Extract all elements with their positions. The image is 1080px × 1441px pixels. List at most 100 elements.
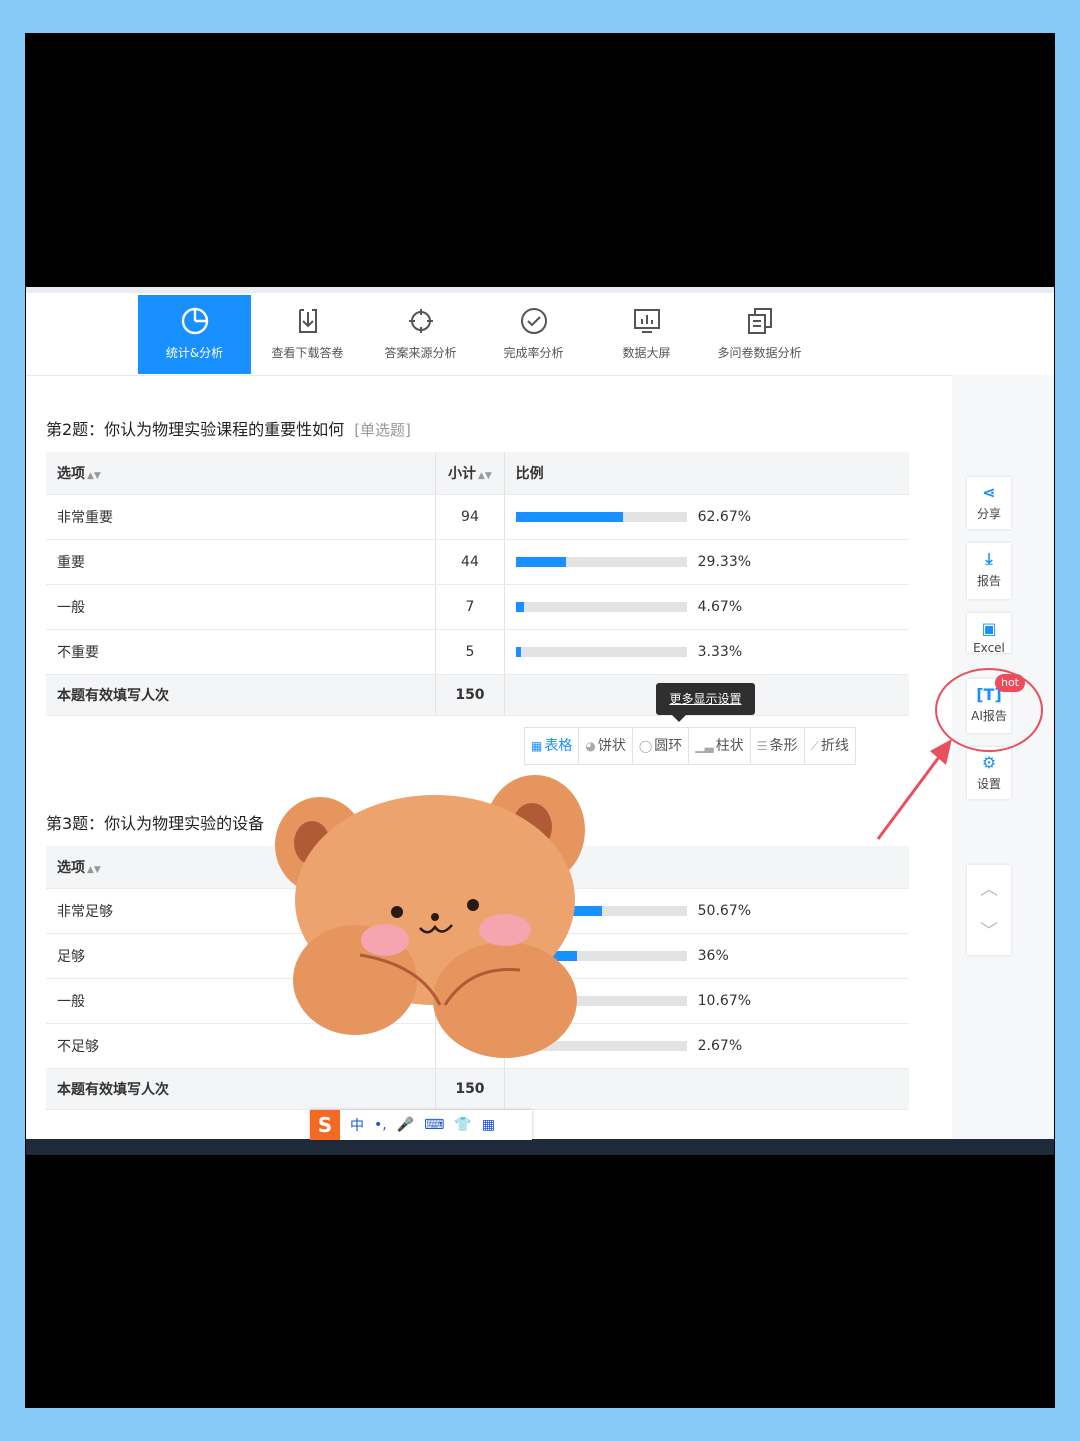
tab-completion-analysis[interactable]: 完成率分析 (477, 295, 590, 374)
report-download-button[interactable]: ⤓ 报告 (967, 543, 1011, 599)
sogou-logo-icon[interactable]: S (310, 1110, 340, 1140)
ratio-text: 50.67% (697, 903, 752, 919)
ratio-bar-fill (515, 602, 524, 612)
tab-label: 统计&分析 (165, 346, 224, 360)
tab-label: 多问卷数据分析 (717, 346, 802, 360)
chart-type-label: 表格 (544, 738, 573, 754)
settings-button[interactable]: ⚙ 设置 (967, 747, 1011, 799)
top-toolbar: 统计&分析 查看下载答卷 答案来源分析 完成率分析 数据大屏 多问卷数据分析 (26, 293, 1054, 376)
ratio-cell: 62.67% (504, 494, 909, 540)
copy-icon (747, 308, 772, 334)
total-value: 150 (435, 674, 505, 716)
chevron-up-icon[interactable]: ︿ (967, 875, 1011, 901)
hot-badge: hot (995, 674, 1025, 692)
chart-type-label: 饼状 (597, 738, 626, 754)
table-row: 不重要 5 3.33% (46, 629, 909, 675)
ratio-text: 29.33% (697, 554, 752, 570)
sort-icon: ▲▼ (478, 471, 492, 481)
ratio-cell: 3.33% (504, 629, 909, 675)
chart-type-table[interactable]: ▦ 表格 (525, 728, 580, 764)
red-arrow-icon (876, 739, 952, 840)
skin-icon[interactable]: 👕 (454, 1117, 471, 1133)
tab-view-download[interactable]: 查看下载答卷 (251, 295, 364, 374)
share-button[interactable]: ⋖ 分享 (967, 477, 1011, 529)
chart-type-label: 柱状 (715, 738, 744, 754)
count-cell: 94 (435, 494, 505, 540)
excel-icon: ▣ (981, 619, 997, 638)
tab-stats-analysis[interactable]: 统计&分析 (138, 295, 251, 374)
ime-lang-toggle[interactable]: 中 (350, 1115, 364, 1135)
microphone-icon[interactable]: 🎤 (397, 1117, 414, 1133)
count-cell: 5 (435, 629, 505, 675)
chart-type-pie[interactable]: ◕ 饼状 (579, 728, 633, 764)
ratio-cell: 29.33% (504, 539, 909, 585)
total-label: 本题有效填写人次 (46, 674, 437, 716)
question-2-table: 选项 ▲▼ 小计 ▲▼ 比例 非常重要 94 62.67% 重要 44 29.33%… (46, 452, 909, 716)
download-icon: ⤓ (985, 549, 993, 568)
header-count[interactable]: 小计 ▲▼ (435, 452, 505, 495)
share-icon: ⋖ (982, 483, 996, 502)
chart-type-ring[interactable]: ◯ 圆环 (633, 728, 690, 764)
count-cell: 7 (435, 584, 505, 630)
grid-icon[interactable]: ▦ (482, 1117, 495, 1133)
option-cell: 一般 (46, 584, 437, 630)
chart-type-column[interactable]: ▁▃ 柱状 (689, 728, 751, 764)
excel-label: Excel (973, 641, 1005, 653)
question-2-title: 第2题：你认为物理实验课程的重要性如何 [单选题] (46, 416, 411, 440)
tab-label: 答案来源分析 (384, 346, 457, 360)
ratio-bar (515, 602, 687, 612)
question-3-title: 第3题：你认为物理实验的设备 (46, 814, 265, 833)
bar-icon: ☰ (756, 739, 768, 753)
ratio-bar (515, 512, 687, 522)
ratio-bar-fill (515, 512, 623, 522)
tab-data-screen[interactable]: 数据大屏 (590, 295, 703, 374)
pie-chart-icon (181, 307, 208, 335)
chevron-down-icon[interactable]: ﹀ (967, 917, 1011, 943)
count-cell: 44 (435, 539, 505, 585)
header-text: 小计 (448, 466, 477, 482)
pie-icon: ◕ (585, 739, 596, 753)
header-option[interactable]: 选项 ▲▼ (46, 452, 437, 495)
screen-icon (633, 309, 660, 333)
column-icon: ▁▃ (695, 739, 714, 753)
option-cell: 非常重要 (46, 494, 437, 540)
ratio-text: 4.67% (697, 599, 743, 615)
download-icon (298, 309, 317, 333)
excel-button[interactable]: ▣ Excel (967, 613, 1011, 653)
tab-label: 数据大屏 (622, 346, 671, 360)
sort-icon: ▲▼ (87, 471, 101, 481)
header-text: 选项 (57, 860, 85, 876)
header-text: 选项 (57, 466, 85, 482)
check-circle-icon (520, 308, 547, 334)
total-row: 本题有效填写人次 150 (46, 674, 909, 716)
ratio-text: 36% (697, 948, 729, 964)
report-label: 报告 (976, 574, 1001, 588)
chart-type-bar[interactable]: ☰ 条形 (751, 728, 805, 764)
line-icon: ⟋ (810, 739, 819, 753)
tab-multi-survey[interactable]: 多问卷数据分析 (703, 295, 816, 374)
ratio-bar (515, 647, 687, 657)
punctuation-icon[interactable]: •, (374, 1117, 387, 1133)
question-type-tag: [单选题] (354, 421, 411, 439)
chart-type-switcher: ▦ 表格 ◕ 饼状 ◯ 圆环 ▁▃ 柱状 ☰ 条形 ⟋ 折线 (524, 727, 856, 765)
keyboard-icon[interactable]: ⌨ (424, 1117, 444, 1133)
chart-type-label: 条形 (769, 738, 798, 754)
tab-label: 完成率分析 (503, 346, 564, 360)
chart-type-label: 圆环 (654, 738, 683, 754)
option-cell: 不重要 (46, 629, 437, 675)
gear-icon: ⚙ (981, 753, 997, 772)
ratio-bar-fill (515, 557, 566, 567)
tab-source-analysis[interactable]: 答案来源分析 (364, 295, 477, 374)
chart-type-line[interactable]: ⟋ 折线 (805, 728, 855, 764)
more-display-settings-tooltip[interactable]: 更多显示设置 (656, 683, 755, 722)
share-label: 分享 (976, 507, 1001, 521)
table-header: 选项 ▲▼ 小计 ▲▼ 比例 (46, 452, 909, 495)
table-row: 重要 44 29.33% (46, 539, 909, 585)
scroll-controls: ︿ ﹀ (967, 865, 1011, 955)
ratio-text: 2.67% (697, 1038, 743, 1054)
total-row: 本题有效填写人次 150 (46, 1068, 909, 1110)
bear-sticker (275, 775, 585, 1058)
ratio-bar-fill (515, 647, 522, 657)
ring-icon: ◯ (638, 739, 653, 753)
ratio-cell: 4.67% (504, 584, 909, 630)
